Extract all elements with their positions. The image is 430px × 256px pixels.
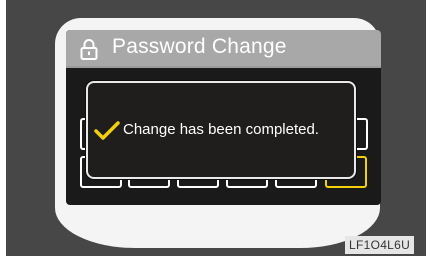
display-screen: Password Change Change has been complete… xyxy=(66,30,381,205)
title-bar: Password Change xyxy=(66,30,381,68)
figure-code: LF1O4L6U xyxy=(345,236,415,254)
checkmark-icon xyxy=(94,121,120,140)
dialog-message: Change has been completed. xyxy=(123,121,319,138)
edge-marker xyxy=(0,100,6,116)
completion-dialog: Change has been completed. xyxy=(86,81,356,179)
figure-frame: Password Change Change has been complete… xyxy=(0,0,430,256)
lock-icon xyxy=(80,39,98,60)
screen-title: Password Change xyxy=(112,35,287,58)
